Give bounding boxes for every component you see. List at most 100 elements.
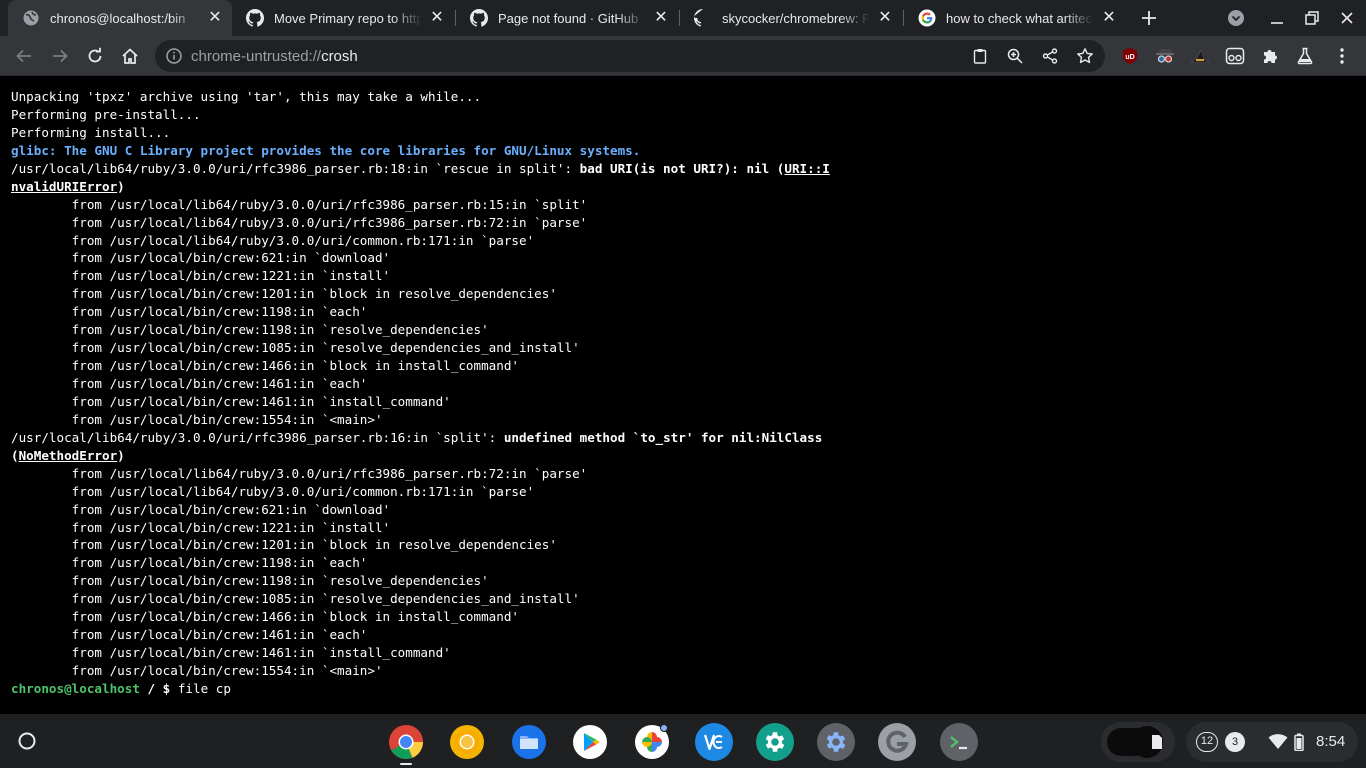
settings-app-icon[interactable] — [756, 723, 794, 761]
tab-title: how to check what artitec — [946, 10, 1092, 26]
backtrace-line: from /usr/local/bin/crew:1466:in `block … — [11, 358, 519, 374]
zoom-icon[interactable] — [1005, 46, 1025, 66]
backtrace-line: from /usr/local/bin/crew:1201:in `block … — [11, 286, 557, 302]
backtrace-line: from /usr/local/lib64/ruby/3.0.0/uri/com… — [11, 232, 535, 248]
chrome-app-icon[interactable] — [387, 723, 425, 761]
chrome-canary-app-icon[interactable] — [448, 723, 486, 761]
reload-button[interactable] — [81, 42, 109, 70]
vector-editor-app-icon[interactable] — [695, 723, 733, 761]
backtrace-line: from /usr/local/bin/crew:1466:in `block … — [11, 609, 519, 625]
backtrace-line: from /usr/local/bin/crew:1198:in `resolv… — [11, 322, 489, 338]
tab-search-button[interactable] — [1223, 6, 1249, 30]
backtrace-line: from /usr/local/bin/crew:1085:in `resolv… — [11, 340, 580, 356]
tab-close-icon[interactable]: ✕ — [428, 9, 446, 27]
terminal-line: nvalidURIError) — [11, 178, 1366, 196]
backtrace-line: from /usr/local/lib64/ruby/3.0.0/uri/rfc… — [11, 196, 588, 212]
tab-title: Move Primary repo to https — [274, 10, 422, 26]
terminal-line: Performing install... — [11, 124, 171, 140]
home-button[interactable] — [116, 42, 144, 70]
backtrace-line: from /usr/local/bin/crew:1198:in `each' — [11, 555, 368, 571]
site-info-icon[interactable] — [165, 47, 183, 65]
backtrace-line: from /usr/local/bin/crew:1554:in `<main>… — [11, 411, 383, 427]
terminal-line: glibc: The GNU C Library project provide… — [11, 142, 641, 158]
github-icon — [694, 9, 712, 27]
wifi-icon — [1268, 733, 1288, 756]
shell-prompt-line[interactable]: chronos@localhost / $ file cp — [11, 680, 1366, 698]
witch-hat-extension-icon[interactable] — [1186, 42, 1214, 70]
terminal-line: (NoMethodError) — [11, 447, 1366, 465]
play-store-app-icon[interactable] — [571, 723, 609, 761]
prompt-path: / $ — [139, 680, 178, 696]
backtrace-line: from /usr/local/lib64/ruby/3.0.0/uri/com… — [11, 483, 535, 499]
clipboard-icon[interactable] — [970, 46, 990, 66]
oo-extension-icon[interactable] — [1221, 42, 1249, 70]
tab-close-icon[interactable]: ✕ — [876, 9, 894, 27]
backtrace-line: from /usr/local/bin/crew:1198:in `each' — [11, 304, 368, 320]
tab-title: chronos@localhost:/bin — [50, 10, 186, 26]
tab-github-chromebrew[interactable]: skycocker/chromebrew: Pa ✕ — [680, 0, 902, 36]
new-tab-button[interactable] — [1136, 6, 1162, 30]
chrome-menu-button[interactable] — [1328, 42, 1356, 70]
error-class: nvalidURIError — [11, 178, 118, 194]
share-icon[interactable] — [1040, 46, 1060, 66]
error-class: NoMethodError — [18, 447, 118, 463]
github-icon — [470, 9, 488, 27]
backtrace-line: from /usr/local/bin/crew:1461:in `each' — [11, 376, 368, 391]
prompt-user: chronos@localhost — [11, 680, 140, 696]
error-paren: ) — [117, 178, 125, 194]
tab-close-icon[interactable]: ✕ — [652, 9, 670, 27]
terminal-line: /usr/local/lib64/ruby/3.0.0/uri/rfc3986_… — [11, 160, 1366, 178]
backtrace-line: from /usr/local/bin/crew:1461:in `each' — [11, 627, 368, 643]
tab-github-page-not-found[interactable]: Page not found · GitHub ✕ — [456, 0, 678, 36]
tab-close-icon[interactable]: ✕ — [1100, 9, 1118, 27]
terminal-line: Unpacking 'tpxz' archive using 'tar', th… — [11, 89, 482, 104]
error-message: bad URI(is not URI?): nil ( — [579, 160, 785, 176]
extensions-puzzle-icon[interactable] — [1256, 42, 1284, 70]
url-host: crosh — [321, 48, 358, 65]
launcher-button[interactable] — [9, 723, 45, 759]
terminal-line: Performing pre-install... — [11, 106, 201, 122]
tab-github-move-primary[interactable]: Move Primary repo to https ✕ — [232, 0, 454, 36]
backtrace-line: from /usr/local/bin/crew:621:in `downloa… — [11, 501, 391, 517]
tab-close-icon[interactable]: ✕ — [206, 9, 224, 27]
address-bar[interactable]: chrome-untrusted://crosh — [155, 40, 1105, 72]
os-settings-app-icon[interactable] — [817, 723, 855, 761]
labs-flask-icon[interactable] — [1291, 42, 1319, 70]
google-icon — [918, 9, 936, 27]
prompt-command[interactable]: file cp — [178, 681, 231, 696]
tab-strip: chronos@localhost:/bin ✕ Move Primary re… — [0, 0, 1366, 36]
backtrace-line: from /usr/local/bin/crew:1198:in `resolv… — [11, 573, 489, 589]
tab-google-search[interactable]: how to check what artitec ✕ — [904, 0, 1126, 36]
error-paren: ) — [117, 447, 125, 463]
notification-counter[interactable]: 12 — [1196, 732, 1218, 752]
files-app-icon[interactable] — [510, 723, 548, 761]
error-message: undefined method `to_str' for nil:NilCla… — [503, 429, 823, 445]
tab-title: Page not found · GitHub — [498, 10, 639, 26]
github-icon — [246, 9, 264, 27]
g-app-icon[interactable] — [878, 723, 916, 761]
clock: 8:54 — [1316, 733, 1346, 750]
minimize-window-button[interactable] — [1264, 6, 1290, 30]
terminal-app-icon[interactable] — [940, 723, 978, 761]
back-button[interactable] — [10, 42, 38, 70]
close-window-button[interactable] — [1334, 6, 1360, 30]
bookmark-star-icon[interactable] — [1075, 46, 1095, 66]
crosh-terminal[interactable]: Unpacking 'tpxz' archive using 'tar', th… — [0, 77, 1366, 714]
spy-extension-icon[interactable] — [1151, 42, 1179, 70]
url-scheme: chrome-untrusted:// — [191, 48, 322, 65]
status-tray[interactable]: 12 3 8:54 — [1186, 722, 1358, 762]
backtrace-line: from /usr/local/bin/crew:1554:in `<main>… — [11, 663, 383, 678]
error-class: URI::I — [784, 160, 830, 176]
error-location: /usr/local/lib64/ruby/3.0.0/uri/rfc3986_… — [11, 429, 504, 445]
running-indicator — [400, 763, 412, 765]
app-badge-counter[interactable]: 3 — [1225, 732, 1245, 752]
tab-crosh[interactable]: chronos@localhost:/bin ✕ — [8, 0, 232, 36]
ublock-extension-icon[interactable]: uD — [1116, 42, 1144, 70]
backtrace-line: from /usr/local/bin/crew:1221:in `instal… — [11, 519, 391, 535]
backtrace-line: from /usr/local/lib64/ruby/3.0.0/uri/rfc… — [11, 465, 588, 481]
restore-window-button[interactable] — [1299, 6, 1325, 30]
backtrace-line: from /usr/local/lib64/ruby/3.0.0/uri/rfc… — [11, 214, 588, 230]
url-text: chrome-untrusted://crosh — [191, 48, 358, 65]
holding-space-tray[interactable] — [1101, 722, 1175, 762]
forward-button[interactable] — [46, 42, 74, 70]
